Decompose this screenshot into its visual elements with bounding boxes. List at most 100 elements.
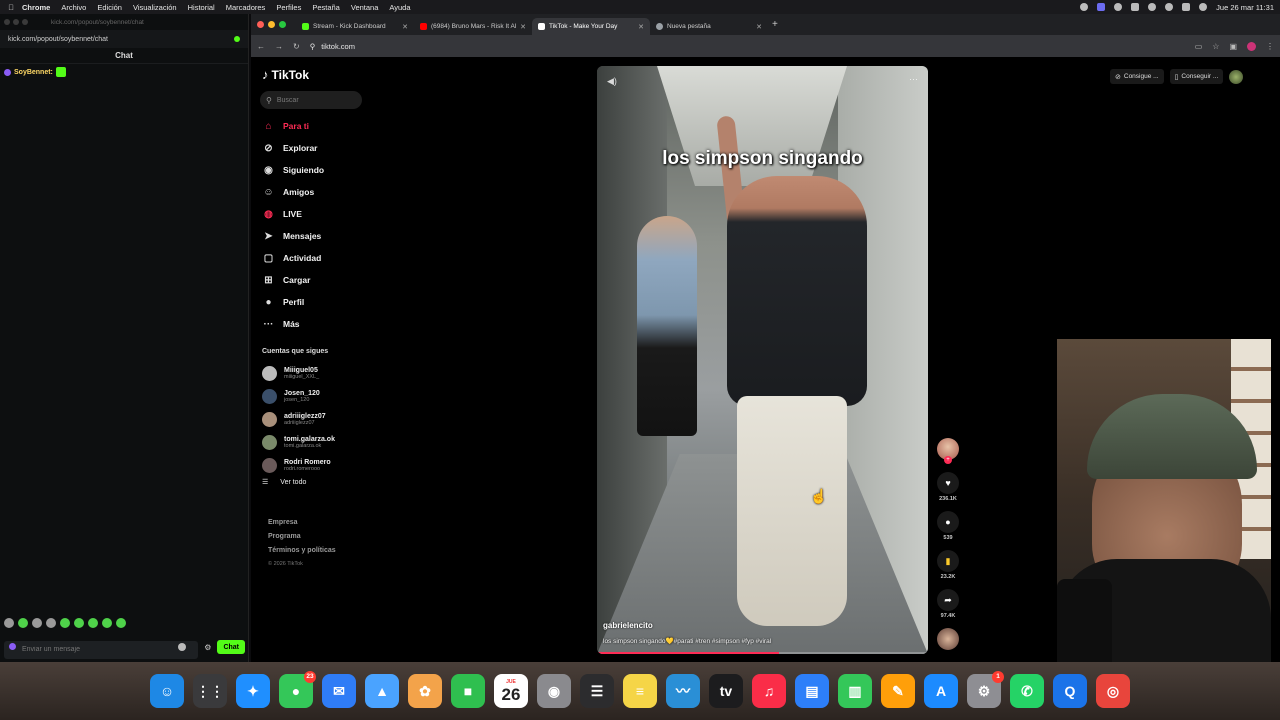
video-author[interactable]: gabrielencito [603,621,653,630]
share-button[interactable]: ➦ [937,589,959,611]
dock-contacts-icon[interactable]: ◉ [537,674,571,708]
close-icon[interactable]: ✕ [756,23,762,31]
menu-app-name[interactable]: Chrome [22,3,50,12]
dock-facetime-icon[interactable]: ■ [451,674,485,708]
follow-plus-icon[interactable]: + [944,456,952,464]
menu-pestana[interactable]: Pestaña [312,3,340,12]
zoom-icon[interactable] [279,21,286,28]
list-item[interactable]: Miiiguel05 miiiguel_XXL_ [262,362,335,385]
get-coins-button[interactable]: ⊘ Consigue ... [1110,69,1164,84]
tab-kick-dashboard[interactable]: Stream - Kick Dashboard ✕ [296,18,414,35]
forward-icon[interactable]: → [275,42,283,51]
emote-icon[interactable] [18,618,28,628]
zoom-icon[interactable] [22,19,28,25]
dock-reminders-icon[interactable]: ☰ [580,674,614,708]
list-item[interactable]: Josen_120 josen_120 [262,385,335,408]
menu-historial[interactable]: Historial [188,3,215,12]
focus-icon[interactable] [1114,3,1123,11]
see-all-link[interactable]: ☰ Ver todo [262,478,306,487]
spotlight-icon[interactable] [1165,3,1174,11]
control-center-icon[interactable] [1182,3,1191,11]
apple-icon[interactable]:  [6,3,16,12]
close-icon[interactable] [4,19,10,25]
emote-icon[interactable] [88,618,98,628]
dock-safari-icon[interactable]: ✦ [236,674,270,708]
dock-quicktime-icon[interactable]: Q [1053,674,1087,708]
dock-pages-icon[interactable]: ✎ [881,674,915,708]
emote-icon[interactable] [74,618,84,628]
sidebar-item-cargar[interactable]: ⊞ Cargar [262,269,324,291]
get-app-button[interactable]: ▯ Conseguir ... [1169,69,1224,84]
address-bar[interactable]: ⚲ tiktok.com [310,39,1185,54]
sidebar-item-para-ti[interactable]: ⌂ Para ti [262,115,324,137]
dock-photos-icon[interactable]: ✿ [408,674,442,708]
list-item[interactable]: Rodri Romero rodri.romerooo [262,454,335,477]
dock-appstore-icon[interactable]: A [924,674,958,708]
emote-icon[interactable] [60,618,70,628]
dock-numbers-icon[interactable]: ▥ [838,674,872,708]
dock-maps-icon[interactable]: ▲ [365,674,399,708]
sidebar-item-actividad[interactable]: ▢ Actividad [262,247,324,269]
bookmark-star-icon[interactable]: ☆ [1212,42,1219,51]
screen-mirroring-icon[interactable] [1097,3,1106,11]
sidebar-item-live[interactable]: ◍ LIVE [262,203,324,225]
dock-mail-icon[interactable]: ✉ [322,674,356,708]
dock-chrome-icon[interactable]: ◎ [1096,674,1130,708]
dock-whatsapp-icon[interactable]: ✆ [1010,674,1044,708]
menu-edicion[interactable]: Edición [97,3,122,12]
extensions-icon[interactable]: ▣ [1229,42,1237,51]
tiktok-logo[interactable]: ♪ TikTok [262,67,309,82]
emote-icon[interactable] [46,618,56,628]
emote-icon[interactable] [4,618,14,628]
sidebar-item-mas[interactable]: ··· Más [262,313,324,335]
sidebar-item-perfil[interactable]: ● Perfil [262,291,324,313]
battery-icon[interactable] [1131,3,1140,11]
message-input[interactable] [4,640,199,659]
dock-freeform-icon[interactable]: 〰 [666,674,700,708]
close-icon[interactable]: ✕ [402,23,408,31]
site-info-icon[interactable]: ⚲ [310,42,316,51]
emote-icon[interactable] [32,618,42,628]
dock-messages-icon[interactable]: ● 23 [279,671,316,708]
dock-notes-icon[interactable]: ≡ [623,674,657,708]
footer-link-empresa[interactable]: Empresa [268,519,336,533]
emote-icon[interactable] [102,618,112,628]
close-icon[interactable]: ✕ [520,23,526,31]
sidebar-item-siguiendo[interactable]: ◉ Siguiendo [262,159,324,181]
menu-perfiles[interactable]: Perfiles [276,3,301,12]
list-item[interactable]: adriiiglezz07 adriiiglezz07 [262,408,335,431]
emoji-icon[interactable] [178,643,186,651]
dock-calendar-icon[interactable]: JUE 26 [494,674,528,708]
like-button[interactable]: ♥ [937,472,959,494]
chrome-menu-icon[interactable]: ⋮ [1266,42,1274,51]
profile-avatar[interactable] [1247,41,1256,51]
reload-icon[interactable]: ↻ [293,42,300,51]
dock-settings-icon[interactable]: ⚙ 1 [967,671,1004,708]
cast-icon[interactable]: ▭ [1195,42,1203,51]
video-progress-bar[interactable] [597,652,928,654]
menu-archivo[interactable]: Archivo [61,3,86,12]
menu-marcadores[interactable]: Marcadores [226,3,266,12]
dock-finder-icon[interactable]: ☺ [150,674,184,708]
chat-username[interactable]: SoyBennet: [14,69,53,76]
user-avatar[interactable] [1229,69,1244,84]
wifi-icon[interactable] [1148,3,1157,11]
siri-icon[interactable] [1199,3,1208,11]
sidebar-item-explorar[interactable]: ⊘ Explorar [262,137,324,159]
volume-icon[interactable]: ◀) [607,76,617,87]
minimize-icon[interactable] [268,21,275,28]
back-icon[interactable]: ← [257,42,265,51]
search-box[interactable]: ⚲ [260,91,362,109]
sidebar-item-mensajes[interactable]: ➤ Mensajes [262,225,324,247]
gear-icon[interactable]: ⚙ [204,643,211,652]
kick-urlbar[interactable]: kick.com/popout/soybennet/chat [0,30,248,48]
tab-youtube[interactable]: (6984) Bruno Mars - Risk It All ✕ [414,18,532,35]
tab-tiktok[interactable]: TikTok - Make Your Day ✕ [532,18,650,35]
video-player[interactable]: los simpson singando ◀) ··· gabrielencit… [597,66,928,654]
menu-ventana[interactable]: Ventana [351,3,379,12]
minimize-icon[interactable] [13,19,19,25]
sidebar-item-amigos[interactable]: ☺ Amigos [262,181,324,203]
footer-link-programa[interactable]: Programa [268,533,336,547]
menu-ayuda[interactable]: Ayuda [389,3,410,12]
extension-icon[interactable] [234,36,240,42]
